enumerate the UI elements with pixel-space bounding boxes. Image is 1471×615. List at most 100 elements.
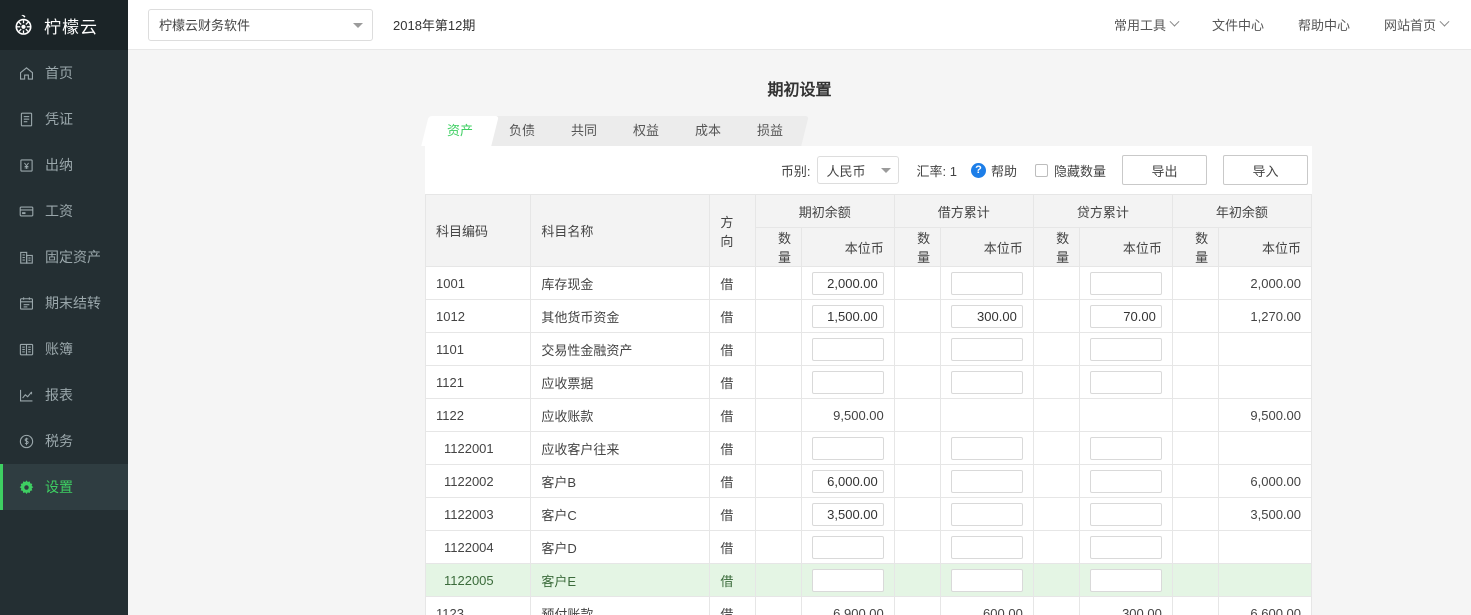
table-row[interactable]: 1122003 客户C 借 3,500.00 <box>424 497 1312 531</box>
sidebar-item-tax[interactable]: 税务 <box>0 418 128 464</box>
cell-direction: 借 <box>709 299 756 333</box>
hide-quantity-checkbox[interactable]: 隐藏数量 <box>1034 161 1106 180</box>
amount-input[interactable] <box>951 502 1023 526</box>
cell-amount[interactable] <box>1079 563 1173 597</box>
currency-select[interactable]: 人民币 <box>816 156 899 184</box>
sidebar-item-reports[interactable]: 报表 <box>0 372 128 418</box>
table-row[interactable]: 1123 预付账款借 6,900.00 600.00 300.00 6,600.00 <box>424 596 1312 615</box>
table-row[interactable]: 1122001 应收客户往来借 <box>424 431 1312 465</box>
tab-assets[interactable]: 资产 <box>421 116 499 146</box>
sidebar-item-salary[interactable]: 工资 <box>0 188 128 234</box>
table-row[interactable]: 1101 交易性金融资产借 <box>424 332 1312 366</box>
table-row[interactable]: 1122002 客户B 借 6,000.00 <box>424 464 1312 498</box>
sidebar-item-fixed-assets[interactable]: 固定资产 <box>0 234 128 280</box>
brand-logo[interactable]: 柠檬云 <box>0 0 128 50</box>
cell-amount[interactable] <box>801 464 895 498</box>
cell-amount[interactable] <box>940 266 1034 300</box>
amount-input[interactable] <box>812 370 884 394</box>
cell-amount[interactable] <box>1079 530 1173 564</box>
cell-amount[interactable] <box>940 299 1034 333</box>
cell-amount[interactable] <box>801 431 895 465</box>
amount-input[interactable] <box>1090 469 1162 493</box>
sidebar-item-settings[interactable]: 设置 <box>0 464 128 510</box>
topnav-item-tools[interactable]: 常用工具 <box>1097 15 1195 34</box>
amount-input[interactable] <box>1090 271 1162 295</box>
amount-input[interactable] <box>1090 568 1162 592</box>
cell-amount[interactable] <box>940 464 1034 498</box>
sidebar-item-voucher[interactable]: 凭证 <box>0 96 128 142</box>
amount-input[interactable] <box>1090 535 1162 559</box>
amount-input[interactable] <box>812 304 884 328</box>
cell-amount[interactable] <box>940 563 1034 597</box>
cell-quantity <box>1171 530 1220 564</box>
amount-input[interactable] <box>951 469 1023 493</box>
page-title: 期初设置 <box>767 82 832 99</box>
amount-input[interactable] <box>951 568 1023 592</box>
cell-amount[interactable] <box>801 530 895 564</box>
sidebar-item-label: 期末结转 <box>45 295 101 311</box>
sidebar-item-period-end[interactable]: 期末结转 <box>0 280 128 326</box>
cell-amount[interactable] <box>801 299 895 333</box>
amount-input[interactable] <box>812 535 884 559</box>
cell-amount[interactable] <box>1079 299 1173 333</box>
company-select[interactable]: 柠檬云财务软件 <box>148 8 373 41</box>
amount-input[interactable] <box>812 337 884 361</box>
amount-input[interactable] <box>812 271 884 295</box>
amount-input[interactable] <box>812 568 884 592</box>
amount-input[interactable] <box>812 469 884 493</box>
cell-amount[interactable] <box>801 563 895 597</box>
sidebar-item-home[interactable]: 首页 <box>0 50 128 96</box>
amount-input[interactable] <box>1090 337 1162 361</box>
tab-profit-loss[interactable]: 损益 <box>731 116 809 146</box>
table-row[interactable]: 1121 应收票据借 <box>424 365 1312 399</box>
cell-amount[interactable] <box>1079 266 1173 300</box>
help-link[interactable]: ? 帮助 <box>970 161 1017 180</box>
amount-input[interactable] <box>812 502 884 526</box>
topnav-item-help-center[interactable]: 帮助中心 <box>1281 15 1367 34</box>
table-row[interactable]: 1122 应收账款借 9,500.00 9,500.00 <box>424 398 1312 432</box>
sidebar-item-cashier[interactable]: 出纳 <box>0 142 128 188</box>
amount-input[interactable] <box>951 370 1023 394</box>
topnav-item-file-center[interactable]: 文件中心 <box>1195 15 1281 34</box>
cell-amount[interactable] <box>801 266 895 300</box>
table-row[interactable]: 1012其他货币资金借 1,270.00 <box>424 299 1312 333</box>
topnav-item-website-home[interactable]: 网站首页 <box>1367 15 1465 34</box>
amount-input[interactable] <box>1090 502 1162 526</box>
cell-amount[interactable] <box>1079 365 1173 399</box>
cell-amount[interactable] <box>1079 431 1173 465</box>
cell-amount[interactable] <box>801 365 895 399</box>
amount-input[interactable] <box>951 271 1023 295</box>
cell-amount[interactable] <box>801 497 895 531</box>
cell-amount: 300.00 <box>1079 596 1173 615</box>
table-row[interactable]: 1122004 客户D 借 <box>424 530 1312 564</box>
cell-amount[interactable] <box>940 431 1034 465</box>
cell-amount[interactable] <box>801 332 895 366</box>
amount-input[interactable] <box>951 436 1023 460</box>
main-content: 期初设置 资产 负债 共同 权益 成本 损益 币别: 人民币 汇率: 1 ? 帮… <box>128 50 1471 615</box>
table-row[interactable]: 1001 库存现金借 2,000.00 <box>424 266 1312 300</box>
cell-amount[interactable] <box>940 332 1034 366</box>
amount-input[interactable] <box>1090 304 1162 328</box>
amount-input[interactable] <box>951 304 1023 328</box>
col-amount: 本位币 <box>1079 227 1173 267</box>
cell-account-code: 1122 <box>424 398 532 432</box>
cell-amount[interactable] <box>940 530 1034 564</box>
cell-amount[interactable] <box>1079 497 1173 531</box>
sidebar-item-ledger[interactable]: 账簿 <box>0 326 128 372</box>
cell-account-name: 应收账款 <box>530 398 711 432</box>
cell-amount[interactable] <box>940 365 1034 399</box>
document-icon <box>18 111 35 128</box>
export-button[interactable]: 导出 <box>1122 155 1207 185</box>
import-button[interactable]: 导入 <box>1223 155 1308 185</box>
amount-input[interactable] <box>812 436 884 460</box>
cell-quantity <box>893 530 942 564</box>
cell-quantity <box>754 497 803 531</box>
cell-amount[interactable] <box>1079 464 1173 498</box>
cell-amount[interactable] <box>940 497 1034 531</box>
amount-input[interactable] <box>1090 370 1162 394</box>
amount-input[interactable] <box>951 337 1023 361</box>
amount-input[interactable] <box>951 535 1023 559</box>
table-row[interactable]: 1122005 客户E 借 <box>424 563 1312 597</box>
amount-input[interactable] <box>1090 436 1162 460</box>
cell-amount[interactable] <box>1079 332 1173 366</box>
